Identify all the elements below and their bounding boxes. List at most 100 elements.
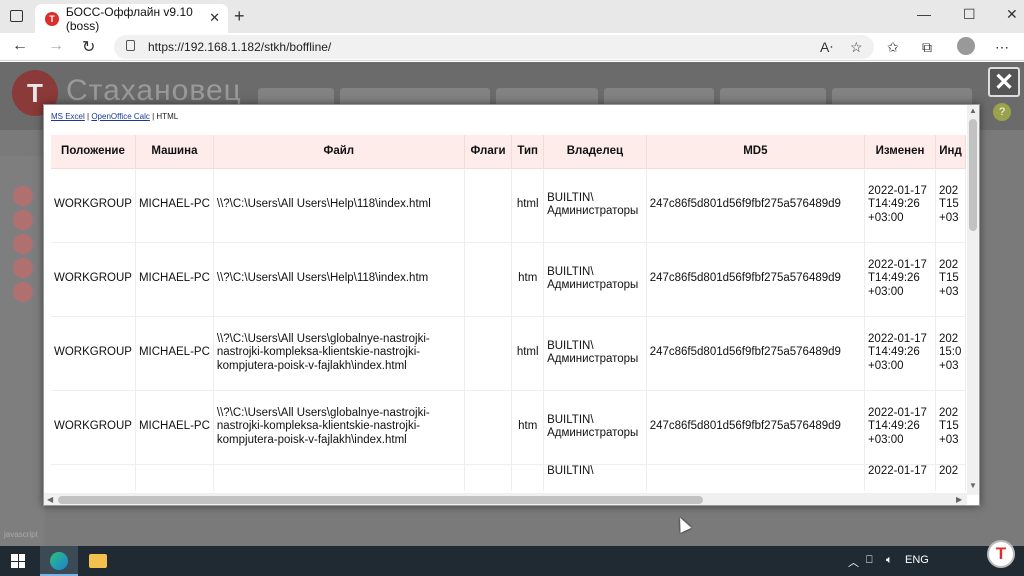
- table-cell: \\?\C:\Users\All Users\Help\118\index.ht…: [213, 242, 465, 317]
- windows-start-icon[interactable]: [11, 554, 25, 568]
- table-cell: 247c86f5d801d56f9fbf275a576489d9: [646, 168, 866, 243]
- column-header: Флаги: [464, 135, 513, 169]
- table-cell: [464, 390, 513, 465]
- table-cell: 2022-01-17 T14:49:26 +03:00: [864, 316, 937, 391]
- table-cell: htm: [511, 242, 545, 317]
- add-favorite-icon[interactable]: ☆: [850, 39, 863, 56]
- table-cell: html: [511, 168, 545, 243]
- table-cell: MICHAEL-PC: [135, 316, 214, 391]
- vertical-scroll-thumb[interactable]: [969, 119, 977, 231]
- table-cell: \\?\C:\Users\All Users\globalnye-nastroj…: [213, 390, 465, 465]
- table-cell: [213, 464, 465, 491]
- vertical-scrollbar[interactable]: ▲ ▼: [967, 105, 979, 495]
- maximize-icon[interactable]: ☐: [963, 6, 976, 23]
- table-cell: [135, 464, 214, 491]
- refresh-icon[interactable]: ↻: [82, 37, 95, 57]
- app-sidebar: [0, 156, 45, 546]
- table-cell: BUILTIN\ Администраторы: [543, 316, 647, 391]
- table-cell: 247c86f5d801d56f9fbf275a576489d9: [646, 316, 866, 391]
- column-header: Файл: [213, 135, 465, 169]
- table-row[interactable]: WORKGROUP MICHAEL-PC \\?\C:\Users\All User…: [51, 168, 966, 243]
- tab-actions-icon[interactable]: [10, 10, 23, 22]
- table-cell: WORKGROUP: [51, 168, 136, 243]
- edge-icon: [50, 552, 68, 570]
- table-cell: BUILTIN\: [543, 464, 647, 491]
- table-cell: 202: [935, 464, 966, 491]
- table-cell: html: [511, 316, 545, 391]
- browser-tab-bar: Т БОСС-Оффлайн v9.10 (boss) ✕ + — ☐ ✕: [0, 0, 1024, 33]
- scroll-up-icon[interactable]: ▲: [969, 106, 977, 115]
- file-explorer-icon[interactable]: [89, 554, 107, 568]
- table-cell: 202 T15 +03: [935, 168, 966, 243]
- home-icon: [13, 210, 33, 230]
- scroll-left-icon[interactable]: ◀: [47, 495, 53, 504]
- settings-icon: [13, 234, 33, 254]
- table-row[interactable]: WORKGROUP MICHAEL-PC \\?\C:\Users\All User…: [51, 390, 966, 465]
- scroll-down-icon[interactable]: ▼: [969, 481, 977, 490]
- collections-icon[interactable]: ⧉: [922, 39, 932, 56]
- app-title: Стахановец: [66, 74, 242, 107]
- table-cell: WORKGROUP: [51, 390, 136, 465]
- table-cell: [464, 464, 513, 491]
- browser-tab[interactable]: Т БОСС-Оффлайн v9.10 (boss) ✕: [35, 4, 228, 33]
- table-cell: BUILTIN\ Администраторы: [543, 168, 647, 243]
- table-cell: 2022-01-17 T14:49:26 +03:00: [864, 242, 937, 317]
- favorites-icon[interactable]: ✩: [887, 39, 899, 56]
- taskbar: ︿ ⎕ 🔈︎ ENG: [0, 546, 1024, 576]
- new-tab-icon[interactable]: +: [234, 6, 245, 27]
- volume-icon[interactable]: 🔈︎: [886, 554, 893, 567]
- export-excel-link[interactable]: MS Excel: [51, 112, 85, 121]
- app-status-bar: javascript: [4, 530, 38, 539]
- table-cell: \\?\C:\Users\All Users\globalnye-nastroj…: [213, 316, 465, 391]
- table-cell: 2022-01-17: [864, 464, 937, 491]
- table-cell: [464, 242, 513, 317]
- table-cell: WORKGROUP: [51, 242, 136, 317]
- tray-chevron-icon[interactable]: ︿: [848, 554, 859, 570]
- table-cell: [464, 316, 513, 391]
- table-row[interactable]: BUILTIN\ 2022-01-17 202: [51, 464, 966, 491]
- tab-close-icon[interactable]: ✕: [209, 10, 220, 26]
- url-text: https://192.168.1.182/stkh/boffline/: [148, 40, 332, 54]
- edge-taskbar-button[interactable]: [40, 546, 78, 576]
- table-row[interactable]: WORKGROUP MICHAEL-PC \\?\C:\Users\All User…: [51, 242, 966, 317]
- back-icon[interactable]: ←: [12, 37, 28, 55]
- table-cell: 2022-01-17 T14:49:26 +03:00: [864, 168, 937, 243]
- read-aloud-icon[interactable]: Aᐧ: [820, 39, 833, 56]
- language-indicator[interactable]: ENG: [905, 554, 929, 566]
- table-row[interactable]: WORKGROUP MICHAEL-PC \\?\C:\Users\All User…: [51, 316, 966, 391]
- table-header-row: Положение Машина Файл Флаги Тип Владелец MD5 Из…: [51, 135, 966, 169]
- favicon-icon: Т: [45, 11, 59, 26]
- table-cell: MICHAEL-PC: [135, 168, 214, 243]
- column-header: Тип: [511, 135, 545, 169]
- minimize-icon[interactable]: —: [917, 6, 931, 22]
- table-cell: [51, 464, 136, 491]
- column-header: Инд: [935, 135, 966, 169]
- files-table: Положение Машина Файл Флаги Тип Владелец MD5 Из…: [51, 135, 966, 491]
- scroll-right-icon[interactable]: ▶: [956, 495, 962, 504]
- profile-avatar[interactable]: [957, 37, 975, 55]
- export-html-label: HTML: [156, 112, 179, 121]
- horizontal-scroll-thumb[interactable]: [58, 496, 703, 504]
- url-field[interactable]: https://192.168.1.182/stkh/boffline/: [114, 35, 874, 59]
- table-cell: 202 T15 +03: [935, 390, 966, 465]
- modal-close-button[interactable]: ✕: [988, 67, 1020, 97]
- forward-icon[interactable]: →: [48, 37, 64, 55]
- table-cell: [464, 168, 513, 243]
- calendar-icon: [13, 258, 33, 278]
- table-cell: [646, 464, 866, 491]
- more-menu-icon[interactable]: ⋯: [995, 39, 1009, 56]
- home-icon: [13, 186, 33, 206]
- network-icon[interactable]: ⎕: [866, 554, 873, 567]
- export-links: MS Excel | OpenOffice Calc | HTML: [51, 112, 179, 121]
- tab-title: БОСС-Оффлайн v9.10 (boss): [65, 4, 193, 33]
- export-modal: MS Excel | OpenOffice Calc | HTML Положе…: [43, 104, 980, 506]
- table-cell: [511, 464, 545, 491]
- horizontal-scrollbar[interactable]: ◀ ▶: [44, 493, 967, 505]
- column-header: Машина: [135, 135, 214, 169]
- tray-app-icon[interactable]: Т: [987, 540, 1015, 568]
- lock-icon[interactable]: [126, 40, 135, 51]
- help-icon[interactable]: ?: [993, 103, 1011, 121]
- window-close-icon[interactable]: ✕: [1006, 6, 1018, 23]
- column-header: Изменен: [864, 135, 937, 169]
- export-calc-link[interactable]: OpenOffice Calc: [91, 112, 150, 121]
